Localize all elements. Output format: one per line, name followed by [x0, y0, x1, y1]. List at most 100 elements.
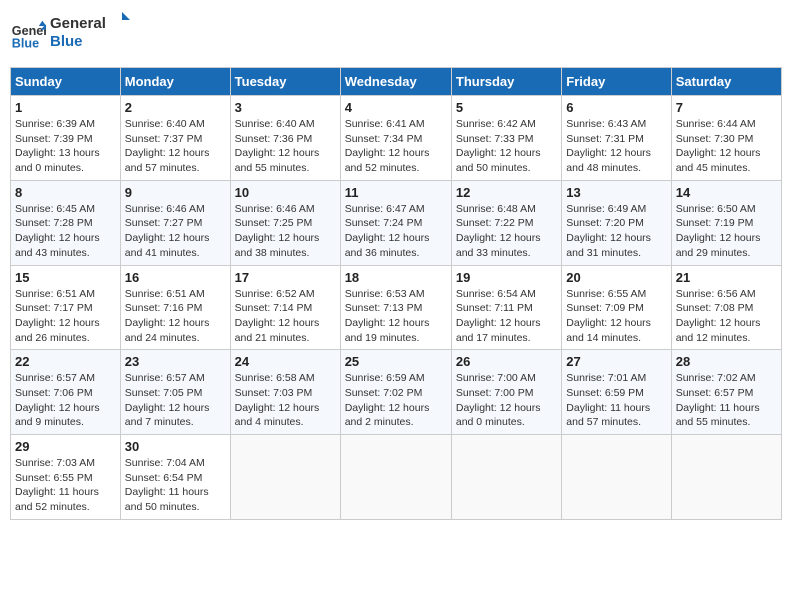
day-info: Sunrise: 6:55 AM Sunset: 7:09 PM Dayligh…	[566, 287, 666, 346]
day-number: 15	[15, 270, 116, 285]
svg-text:Blue: Blue	[12, 36, 39, 50]
calendar-cell: 26 Sunrise: 7:00 AM Sunset: 7:00 PM Dayli…	[451, 350, 561, 435]
calendar-cell: 7 Sunrise: 6:44 AM Sunset: 7:30 PM Daylig…	[671, 96, 781, 181]
calendar-cell: 28 Sunrise: 7:02 AM Sunset: 6:57 PM Dayli…	[671, 350, 781, 435]
day-number: 7	[676, 100, 777, 115]
day-info: Sunrise: 6:46 AM Sunset: 7:27 PM Dayligh…	[125, 202, 226, 261]
calendar-cell: 10 Sunrise: 6:46 AM Sunset: 7:25 PM Dayli…	[230, 180, 340, 265]
day-number: 4	[345, 100, 447, 115]
day-number: 11	[345, 185, 447, 200]
day-info: Sunrise: 6:56 AM Sunset: 7:08 PM Dayligh…	[676, 287, 777, 346]
calendar-cell: 2Sunrise: 6:40 AM Sunset: 7:37 PM Daylig…	[120, 96, 230, 181]
logo-icon: General Blue	[10, 17, 46, 53]
calendar-cell: 22Sunrise: 6:57 AM Sunset: 7:06 PM Dayli…	[11, 350, 121, 435]
calendar-cell: 4 Sunrise: 6:41 AM Sunset: 7:34 PM Daylig…	[340, 96, 451, 181]
svg-text:General: General	[50, 15, 106, 32]
day-number: 26	[456, 354, 557, 369]
day-number: 9	[125, 185, 226, 200]
day-info: Sunrise: 6:46 AM Sunset: 7:25 PM Dayligh…	[235, 202, 336, 261]
day-info: Sunrise: 6:53 AM Sunset: 7:13 PM Dayligh…	[345, 287, 447, 346]
calendar-cell: 21 Sunrise: 6:56 AM Sunset: 7:08 PM Dayli…	[671, 265, 781, 350]
day-number: 19	[456, 270, 557, 285]
day-info: Sunrise: 6:51 AM Sunset: 7:16 PM Dayligh…	[125, 287, 226, 346]
day-number: 22	[15, 354, 116, 369]
calendar-week-5: 29 Sunrise: 7:03 AM Sunset: 6:55 PM Dayli…	[11, 435, 782, 520]
calendar-cell: 25 Sunrise: 6:59 AM Sunset: 7:02 PM Dayli…	[340, 350, 451, 435]
day-header-thursday: Thursday	[451, 68, 561, 96]
day-info: Sunrise: 6:41 AM Sunset: 7:34 PM Dayligh…	[345, 117, 447, 176]
day-info: Sunrise: 6:40 AM Sunset: 7:37 PM Dayligh…	[125, 117, 226, 176]
day-number: 13	[566, 185, 666, 200]
day-number: 5	[456, 100, 557, 115]
calendar-cell: 9 Sunrise: 6:46 AM Sunset: 7:27 PM Daylig…	[120, 180, 230, 265]
day-info: Sunrise: 6:49 AM Sunset: 7:20 PM Dayligh…	[566, 202, 666, 261]
day-info: Sunrise: 6:51 AM Sunset: 7:17 PM Dayligh…	[15, 287, 116, 346]
day-info: Sunrise: 6:58 AM Sunset: 7:03 PM Dayligh…	[235, 371, 336, 430]
calendar-cell: 8 Sunrise: 6:45 AM Sunset: 7:28 PM Daylig…	[11, 180, 121, 265]
day-info: Sunrise: 7:02 AM Sunset: 6:57 PM Dayligh…	[676, 371, 777, 430]
day-info: Sunrise: 6:39 AM Sunset: 7:39 PM Dayligh…	[15, 117, 116, 176]
day-number: 28	[676, 354, 777, 369]
logo: General Blue General Blue	[10, 10, 130, 59]
calendar-cell: 27 Sunrise: 7:01 AM Sunset: 6:59 PM Dayli…	[562, 350, 671, 435]
calendar-cell: 6Sunrise: 6:43 AM Sunset: 7:31 PM Daylig…	[562, 96, 671, 181]
calendar-cell: 29 Sunrise: 7:03 AM Sunset: 6:55 PM Dayli…	[11, 435, 121, 520]
day-info: Sunrise: 6:59 AM Sunset: 7:02 PM Dayligh…	[345, 371, 447, 430]
general-blue-logo: General Blue	[50, 10, 130, 54]
calendar-table: SundayMondayTuesdayWednesdayThursdayFrid…	[10, 67, 782, 520]
day-header-monday: Monday	[120, 68, 230, 96]
calendar-cell: 19 Sunrise: 6:54 AM Sunset: 7:11 PM Dayli…	[451, 265, 561, 350]
day-header-friday: Friday	[562, 68, 671, 96]
day-info: Sunrise: 6:45 AM Sunset: 7:28 PM Dayligh…	[15, 202, 116, 261]
calendar-cell: 14 Sunrise: 6:50 AM Sunset: 7:19 PM Dayli…	[671, 180, 781, 265]
calendar-cell: 24Sunrise: 6:58 AM Sunset: 7:03 PM Dayli…	[230, 350, 340, 435]
day-number: 30	[125, 439, 226, 454]
day-info: Sunrise: 6:50 AM Sunset: 7:19 PM Dayligh…	[676, 202, 777, 261]
day-number: 17	[235, 270, 336, 285]
calendar-week-4: 22Sunrise: 6:57 AM Sunset: 7:06 PM Dayli…	[11, 350, 782, 435]
day-header-sunday: Sunday	[11, 68, 121, 96]
day-number: 18	[345, 270, 447, 285]
day-info: Sunrise: 7:03 AM Sunset: 6:55 PM Dayligh…	[15, 456, 116, 515]
day-info: Sunrise: 6:40 AM Sunset: 7:36 PM Dayligh…	[235, 117, 336, 176]
calendar-cell: 18 Sunrise: 6:53 AM Sunset: 7:13 PM Dayli…	[340, 265, 451, 350]
calendar-cell: 1Sunrise: 6:39 AM Sunset: 7:39 PM Daylig…	[11, 96, 121, 181]
day-number: 21	[676, 270, 777, 285]
svg-text:Blue: Blue	[50, 33, 83, 50]
calendar-cell	[671, 435, 781, 520]
calendar-cell: 11 Sunrise: 6:47 AM Sunset: 7:24 PM Dayli…	[340, 180, 451, 265]
calendar-week-3: 15 Sunrise: 6:51 AM Sunset: 7:17 PM Dayli…	[11, 265, 782, 350]
calendar-cell	[340, 435, 451, 520]
day-info: Sunrise: 6:54 AM Sunset: 7:11 PM Dayligh…	[456, 287, 557, 346]
day-number: 16	[125, 270, 226, 285]
day-number: 10	[235, 185, 336, 200]
calendar-cell: 30Sunrise: 7:04 AM Sunset: 6:54 PM Dayli…	[120, 435, 230, 520]
calendar-cell: 13 Sunrise: 6:49 AM Sunset: 7:20 PM Dayli…	[562, 180, 671, 265]
calendar-cell: 20 Sunrise: 6:55 AM Sunset: 7:09 PM Dayli…	[562, 265, 671, 350]
day-number: 14	[676, 185, 777, 200]
day-info: Sunrise: 6:52 AM Sunset: 7:14 PM Dayligh…	[235, 287, 336, 346]
calendar-cell	[230, 435, 340, 520]
calendar-cell	[562, 435, 671, 520]
calendar-cell: 15 Sunrise: 6:51 AM Sunset: 7:17 PM Dayli…	[11, 265, 121, 350]
day-number: 25	[345, 354, 447, 369]
day-number: 6	[566, 100, 666, 115]
calendar-cell: 12Sunrise: 6:48 AM Sunset: 7:22 PM Dayli…	[451, 180, 561, 265]
day-info: Sunrise: 6:44 AM Sunset: 7:30 PM Dayligh…	[676, 117, 777, 176]
calendar-cell: 3Sunrise: 6:40 AM Sunset: 7:36 PM Daylig…	[230, 96, 340, 181]
day-number: 27	[566, 354, 666, 369]
page-header: General Blue General Blue	[10, 10, 782, 59]
calendar-week-1: 1Sunrise: 6:39 AM Sunset: 7:39 PM Daylig…	[11, 96, 782, 181]
day-info: Sunrise: 7:01 AM Sunset: 6:59 PM Dayligh…	[566, 371, 666, 430]
day-number: 8	[15, 185, 116, 200]
day-number: 20	[566, 270, 666, 285]
calendar-cell: 5 Sunrise: 6:42 AM Sunset: 7:33 PM Daylig…	[451, 96, 561, 181]
calendar-week-2: 8 Sunrise: 6:45 AM Sunset: 7:28 PM Daylig…	[11, 180, 782, 265]
day-info: Sunrise: 6:47 AM Sunset: 7:24 PM Dayligh…	[345, 202, 447, 261]
calendar-cell	[451, 435, 561, 520]
day-header-tuesday: Tuesday	[230, 68, 340, 96]
day-info: Sunrise: 6:42 AM Sunset: 7:33 PM Dayligh…	[456, 117, 557, 176]
calendar-cell: 17 Sunrise: 6:52 AM Sunset: 7:14 PM Dayli…	[230, 265, 340, 350]
day-info: Sunrise: 7:00 AM Sunset: 7:00 PM Dayligh…	[456, 371, 557, 430]
day-number: 29	[15, 439, 116, 454]
